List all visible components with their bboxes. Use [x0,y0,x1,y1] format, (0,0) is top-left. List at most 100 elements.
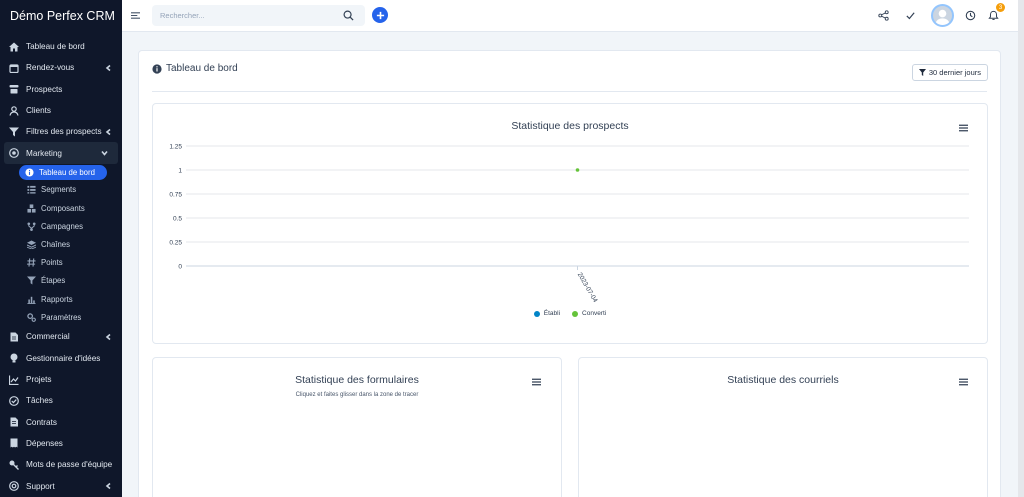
cubes-icon [27,204,36,213]
sidebar-item-prospects[interactable]: Prospects [0,79,122,100]
check-circle-icon [9,395,19,406]
calendar-icon [9,63,19,73]
filter-icon [9,127,19,137]
key-icon [9,460,19,470]
date-filter-button[interactable]: 30 dernier jours [911,64,988,81]
submenu-item-etapes[interactable]: Étapes [0,272,122,290]
tty-icon [9,84,19,94]
sidebar-nav: Tableau de bord Rendez-vous Prospects Clien… [0,36,122,497]
forms-chart-subtitle: Cliquez et faites glisser dans la zone d… [295,392,419,398]
sidebar-item-label: Marketing [26,148,62,158]
y-tick-label: 0.25 [169,240,182,247]
date-filter-label: 30 dernier jours [928,68,981,77]
sidebar-item-tableau-de-bord[interactable]: Tableau de bord [0,36,122,57]
sidebar-item-marketing[interactable]: Marketing [4,142,118,164]
receipt-icon [9,438,19,448]
cogs-icon [27,312,36,322]
sidebar-item-label: Tâches [26,396,53,406]
avatar[interactable] [931,4,954,27]
sidebar-item-taches[interactable]: Tâches [0,390,122,411]
chart-line-icon [9,375,19,385]
bullseye-icon [9,148,19,159]
sidebar-item-label: Clients [26,106,52,116]
user-avatar-icon [934,9,951,25]
submenu-item-points[interactable]: Points [0,254,122,272]
clock-icon[interactable] [965,10,976,21]
submenu-item-composants[interactable]: Composants [0,199,122,217]
share-icon[interactable] [878,10,889,21]
hash-icon [27,258,36,267]
y-tick-label: 1 [178,168,182,175]
sidebar-item-label: Projets [26,375,52,385]
sidebar-item-mots-de-passe-d-equipe[interactable]: Mots de passe d'équipe [0,454,122,475]
user-icon [9,105,19,116]
divider [152,91,987,92]
sidebar-item-projets[interactable]: Projets [0,369,122,390]
y-tick-label: 1.25 [169,144,182,151]
layers-icon [27,240,36,249]
x-tick-label: 2023-07-04 [576,272,599,305]
prospects-chart-card: Statistique des prospects 0 0.25 0.5 0.75 1 1… [152,103,988,344]
sidebar-item-label: Gestionnaire d'idées [26,353,101,363]
sidebar-item-label: Rendez-vous [26,63,75,73]
legend-marker [533,310,540,317]
sidebar-item-contrats[interactable]: Contrats [0,411,122,432]
forms-chart-card: Statistique des formulaires Cliquez et f… [152,357,562,497]
info-icon [25,168,34,177]
prospects-chart[interactable]: 0 0.25 0.5 0.75 1 1.25 2023-07-04 [153,104,989,345]
sidebar-item-label: Contrats [26,417,57,427]
menu-toggle-icon[interactable] [131,11,140,20]
bell-icon[interactable] [988,10,999,21]
page-title-text: Tableau de bord [166,63,238,74]
search-input[interactable] [152,5,365,26]
legend-label: Converti [582,310,607,317]
data-point-converti [575,168,580,172]
submenu-item-segments[interactable]: Segments [0,181,122,199]
chart-legend: Établi Converti [153,310,987,317]
sidebar-item-clients[interactable]: Clients [0,100,122,121]
segments-icon [27,185,36,194]
search-icon[interactable] [343,10,354,21]
submenu-item-label: Paramètres [41,312,82,322]
funnel-icon [27,276,36,285]
chevron-left-icon [105,333,112,341]
y-tick-label: 0.5 [173,216,182,223]
sidebar-item-filtres-des-prospects[interactable]: Filtres des prospects [0,121,122,142]
top-bar: 3 [122,0,1018,32]
fork-icon [27,222,36,231]
sidebar-item-label: Support [26,481,55,491]
file-icon [9,332,19,342]
sidebar-item-label: Tableau de bord [26,42,85,52]
submenu-item-chaines[interactable]: Chaînes [0,235,122,253]
submenu-item-parametres[interactable]: Paramètres [0,308,122,326]
chart-menu-icon[interactable] [959,378,968,386]
submenu-item-label: Étapes [41,276,66,286]
filter-icon [918,69,926,76]
sidebar-item-label: Prospects [26,84,63,94]
chevron-down-icon [101,150,108,157]
submenu-item-campagnes[interactable]: Campagnes [0,217,122,235]
contract-icon [9,417,19,427]
plus-icon [376,11,384,19]
submenu-item-rapports[interactable]: Rapports [0,290,122,308]
sidebar-item-label: Mots de passe d'équipe [26,460,113,470]
quick-add-button[interactable] [372,7,388,23]
sidebar-item-label: Commercial [26,332,70,342]
legend-item-etabli[interactable]: Établi [533,310,560,317]
legend-item-converti[interactable]: Converti [572,310,606,317]
sidebar-item-gestionnaire-d-idees[interactable]: Gestionnaire d'idées [0,348,122,369]
sidebar-item-label: Dépenses [26,438,63,448]
sidebar-item-commercial[interactable]: Commercial [0,326,122,347]
chevron-left-icon [105,482,112,490]
submenu-item-tableau-de-bord[interactable]: Tableau de bord [19,164,107,180]
chart-menu-icon[interactable] [532,378,541,386]
sidebar-item-support[interactable]: Support [0,475,122,496]
sidebar-item-depenses[interactable]: Dépenses [0,433,122,454]
emails-chart-title: Statistique des courriels [727,374,839,386]
sidebar-item-rendez-vous[interactable]: Rendez-vous [0,57,122,78]
lightbulb-icon [9,353,19,363]
brand-logo[interactable]: Démo Perfex CRM [0,0,122,32]
check-icon[interactable] [905,10,916,21]
submenu-item-label: Campagnes [41,221,84,231]
page-scrollbar[interactable] [1018,0,1024,497]
